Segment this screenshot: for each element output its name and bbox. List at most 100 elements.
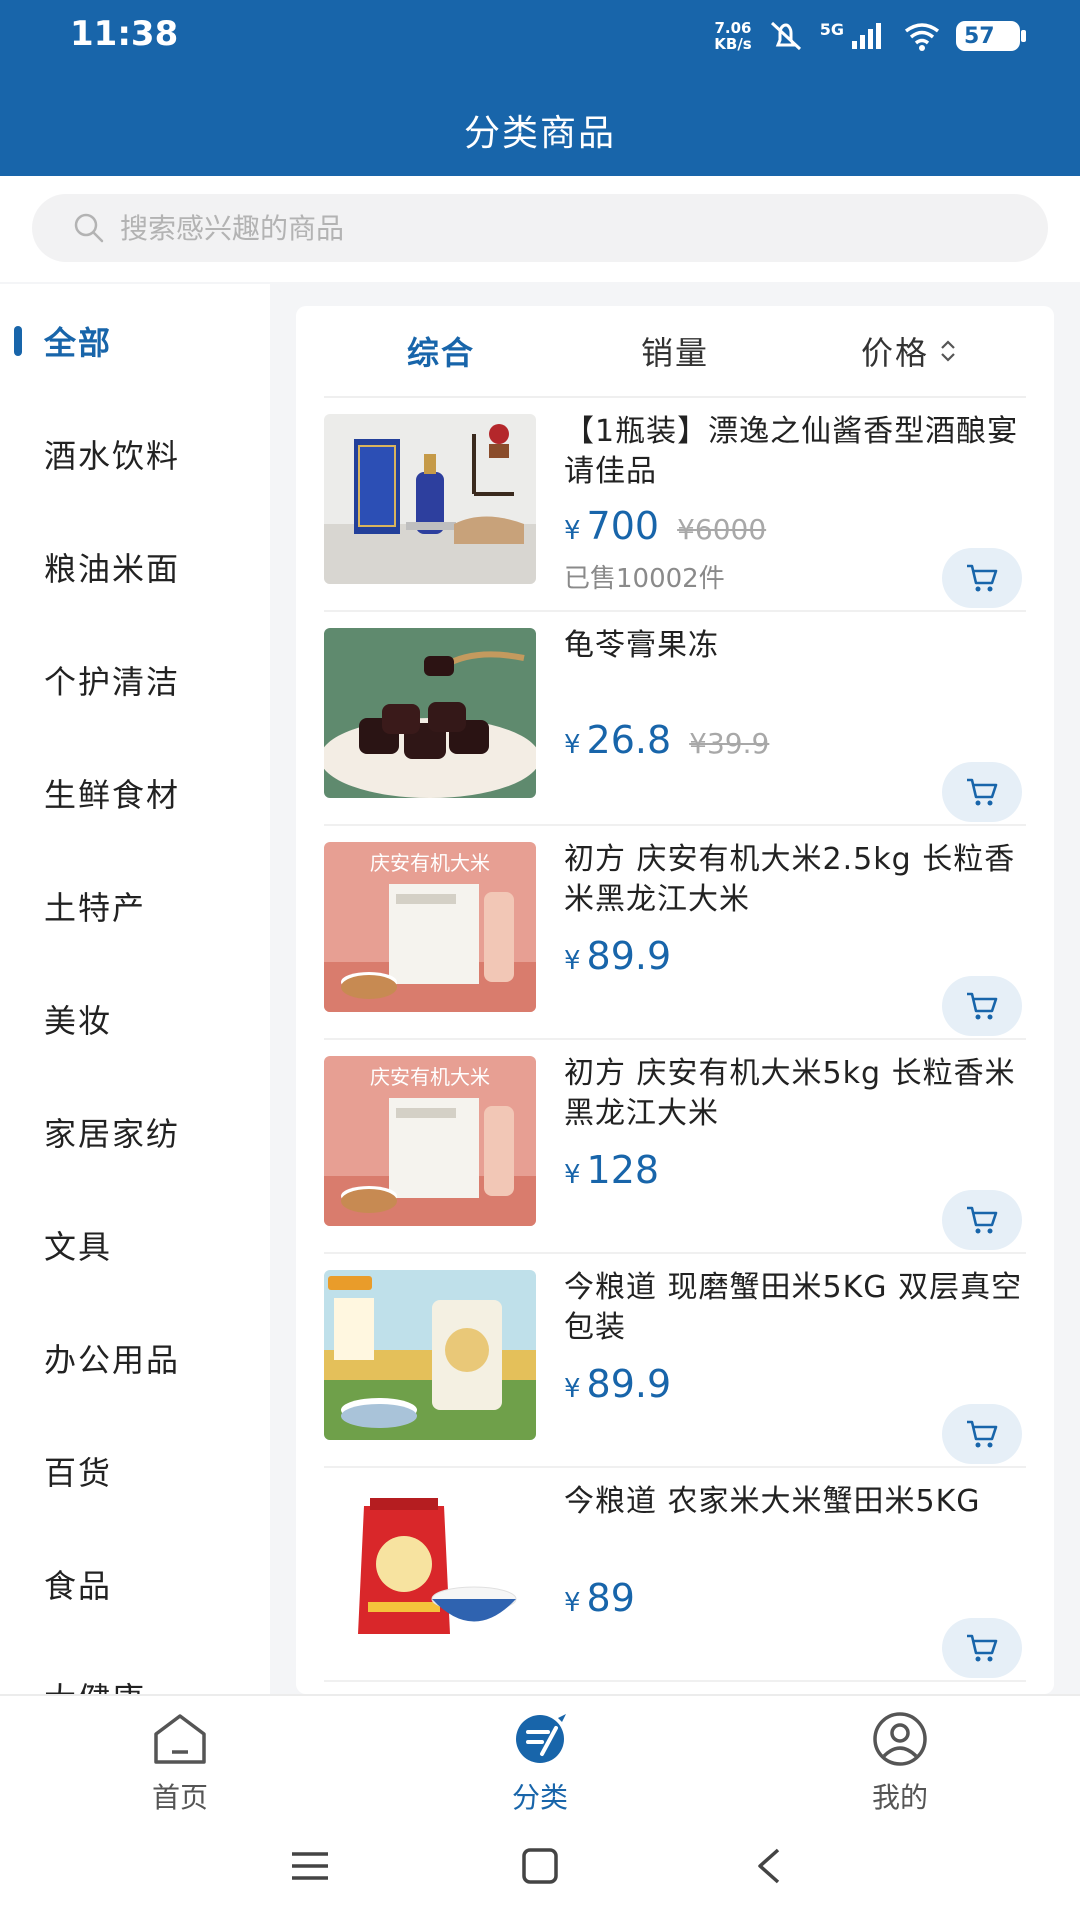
nav-profile[interactable]: 我的 [800, 1710, 1000, 1816]
nav-category[interactable]: 分类 [440, 1710, 640, 1816]
sidebar-item-drinks[interactable]: 酒水饮料 [0, 397, 270, 510]
product-price-row: ¥ 26.8 ¥39.9 [564, 718, 769, 762]
cart-icon [967, 564, 998, 592]
product-name[interactable]: 今粮道 现磨蟹田米5KG 双层真空包装 [564, 1268, 1024, 1348]
product-price: 700 [586, 504, 660, 548]
product-sold-count: 已售10002件 [564, 564, 725, 594]
product-price-row: ¥ 89.9 [564, 934, 671, 978]
product-price: 26.8 [586, 718, 672, 762]
product-item[interactable]: 【1瓶装】漂逸之仙酱香型酒酿宴请佳品 ¥ 700 ¥6000 已售10002件 [324, 398, 1026, 612]
product-image-text: 庆安有机大米 [370, 851, 490, 875]
battery-icon: 57 [956, 21, 1026, 51]
sidebar-item-local-specialty[interactable]: 土特产 [0, 849, 270, 962]
product-image-farm-rice[interactable] [324, 1484, 536, 1654]
product-panel: 综合 销量 价格 【1瓶装】漂逸之仙酱香型酒酿宴请佳品 ¥ 700 ¥6000 … [296, 306, 1054, 1694]
product-item[interactable]: 庆安有机大米 初方 庆安有机大米2.5kg 长粒香米黑龙江大米 ¥ 89.9 [324, 826, 1026, 1040]
nav-home[interactable]: 首页 [80, 1710, 280, 1816]
nav-label: 分类 [511, 1781, 568, 1814]
home-icon [154, 1714, 206, 1764]
back-icon[interactable] [748, 1844, 792, 1888]
sort-tab-label: 销量 [640, 334, 709, 372]
product-image-liquor[interactable] [324, 414, 536, 584]
sidebar-item-home-textile[interactable]: 家居家纺 [0, 1075, 270, 1188]
yen-symbol: ¥ [564, 730, 581, 760]
sort-tab-sales[interactable]: 销量 [558, 328, 792, 374]
add-to-cart-button[interactable] [942, 976, 1022, 1036]
add-to-cart-button[interactable] [942, 762, 1022, 822]
status-icons: 7.06 KB/s 5G 57 [714, 16, 1026, 56]
sort-tab-label: 综合 [406, 334, 475, 372]
product-item[interactable]: 今粮道 农家米大米蟹田米5KG ¥ 89 [324, 1468, 1026, 1682]
product-name[interactable]: 初方 庆安有机大米5kg 长粒香米黑龙江大米 [564, 1054, 1024, 1134]
product-price: 89.9 [586, 934, 672, 978]
add-to-cart-button[interactable] [942, 1404, 1022, 1464]
search-area [0, 176, 1080, 282]
product-original-price: ¥6000 [677, 513, 767, 546]
sidebar-item-beauty[interactable]: 美妆 [0, 962, 270, 1075]
product-item[interactable]: 今粮道 现磨蟹田米5KG 双层真空包装 ¥ 89.9 [324, 1254, 1026, 1468]
network-type: 5G [819, 19, 844, 39]
nav-label: 我的 [871, 1781, 928, 1814]
product-image-jelly[interactable] [324, 628, 536, 798]
yen-symbol: ¥ [564, 946, 581, 976]
sort-tab-price[interactable]: 价格 [792, 328, 1026, 374]
category-icon [516, 1714, 566, 1763]
product-item[interactable]: 龟苓膏果冻 ¥ 26.8 ¥39.9 [324, 612, 1026, 826]
cart-icon [967, 778, 998, 806]
product-price: 89.9 [586, 1362, 672, 1406]
sidebar-item-general-goods[interactable]: 百货 [0, 1414, 270, 1527]
status-bar: 11:38 7.06 KB/s 5G 57 [0, 0, 1080, 76]
add-to-cart-button[interactable] [942, 1190, 1022, 1250]
net-speed: 7.06 KB/s [714, 20, 751, 52]
product-name[interactable]: 初方 庆安有机大米2.5kg 长粒香米黑龙江大米 [564, 840, 1024, 920]
bottom-nav: 首页 分类 我的 [0, 1694, 1080, 1814]
cart-icon [967, 1206, 998, 1234]
signal-icon [852, 23, 881, 49]
add-to-cart-button[interactable] [942, 1618, 1022, 1678]
sort-tab-overall[interactable]: 综合 [324, 328, 558, 374]
wifi-icon [904, 23, 940, 51]
product-image-rice[interactable]: 庆安有机大米 [324, 1056, 536, 1226]
yen-symbol: ¥ [564, 516, 581, 546]
sort-bar: 综合 销量 价格 [324, 306, 1026, 398]
search-icon [74, 213, 104, 243]
add-to-cart-button[interactable] [942, 548, 1022, 608]
product-price-row: ¥ 128 [564, 1148, 659, 1192]
yen-symbol: ¥ [564, 1374, 581, 1404]
sidebar-item-fresh-food[interactable]: 生鲜食材 [0, 736, 270, 849]
page-title: 分类商品 [463, 113, 616, 154]
product-name[interactable]: 【1瓶装】漂逸之仙酱香型酒酿宴请佳品 [564, 412, 1024, 492]
product-item[interactable]: 庆安有机大米 初方 庆安有机大米5kg 长粒香米黑龙江大米 ¥ 128 [324, 1040, 1026, 1254]
product-original-price: ¥39.9 [689, 727, 770, 760]
cart-icon [967, 1634, 998, 1662]
product-image-rice[interactable]: 庆安有机大米 [324, 842, 536, 1012]
mute-bell-icon [770, 21, 801, 51]
net-speed-value: 7.06 [714, 19, 752, 37]
product-price-row: ¥ 700 ¥6000 [564, 504, 766, 548]
sidebar-item-all[interactable]: 全部 [0, 284, 270, 397]
status-time: 11:38 [70, 14, 179, 54]
sidebar-item-grain-oil[interactable]: 粮油米面 [0, 510, 270, 623]
user-icon [873, 1712, 927, 1766]
app-header: 11:38 7.06 KB/s 5G 57 分类商品 [0, 0, 1080, 176]
product-name[interactable]: 今粮道 农家米大米蟹田米5KG [564, 1482, 1024, 1522]
product-price: 128 [586, 1148, 660, 1192]
sort-tab-label: 价格 [860, 334, 929, 372]
menu-icon[interactable] [288, 1844, 332, 1888]
search-input[interactable] [120, 211, 820, 245]
yen-symbol: ¥ [564, 1160, 581, 1190]
sidebar-item-office[interactable]: 办公用品 [0, 1301, 270, 1414]
sidebar-item-food[interactable]: 食品 [0, 1527, 270, 1640]
sidebar-item-health[interactable]: 大健康 [0, 1640, 270, 1695]
net-speed-unit: KB/s [714, 35, 752, 53]
category-sidebar: 全部 酒水饮料 粮油米面 个护清洁 生鲜食材 土特产 美妆 家居家纺 文具 办公… [0, 284, 270, 1694]
product-image-crab-rice[interactable] [324, 1270, 536, 1440]
sidebar-item-personal-care[interactable]: 个护清洁 [0, 623, 270, 736]
product-price-row: ¥ 89 [564, 1576, 635, 1620]
product-name[interactable]: 龟苓膏果冻 [564, 626, 1024, 666]
cart-icon [967, 992, 998, 1020]
product-price-row: ¥ 89.9 [564, 1362, 671, 1406]
sidebar-item-stationery[interactable]: 文具 [0, 1188, 270, 1301]
search-box[interactable] [32, 194, 1048, 262]
home-square-icon[interactable] [518, 1844, 562, 1888]
